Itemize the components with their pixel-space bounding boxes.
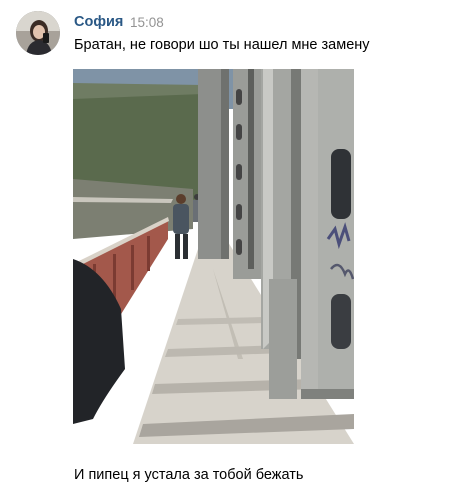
chat-message: София 15:08 Братан, не говори шо ты наше… [0, 0, 465, 499]
author-name-link[interactable]: София [74, 14, 123, 30]
bridge-photo [73, 69, 354, 444]
user-avatar-photo [16, 11, 60, 55]
message-timestamp[interactable]: 15:08 [130, 15, 164, 30]
message-text: Братан, не говори шо ты нашел мне замену [74, 37, 370, 53]
avatar[interactable] [16, 11, 60, 55]
photo-caption-text: И пипец я устала за тобой бежать [74, 467, 304, 483]
attached-photo[interactable] [73, 69, 354, 444]
